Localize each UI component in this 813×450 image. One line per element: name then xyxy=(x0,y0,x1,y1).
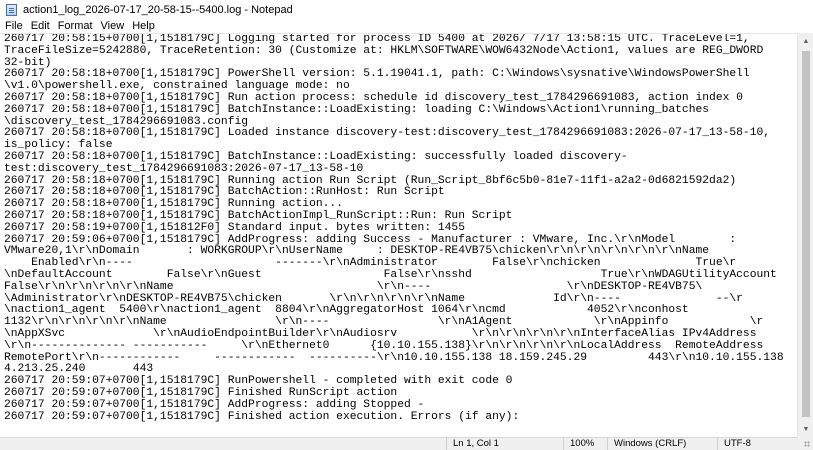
editor-line: 4.213.25.240 443 xyxy=(4,363,154,376)
editor-line: is_policy: false xyxy=(4,139,113,152)
editor-line: \discovery_test_1784296691083.config xyxy=(4,115,249,128)
editor-line: 260717 20:59:07+0700[1,1518179C] AddProg… xyxy=(4,398,425,411)
title-bar[interactable]: action1_log_2026-07-17_20-58-15--5400.lo… xyxy=(0,0,813,19)
editor-line: \v1.0\powershell.exe, constrained langua… xyxy=(4,80,350,93)
notepad-icon xyxy=(6,3,17,16)
editor-line: RemotePort\r\n------------ ------------ … xyxy=(4,351,784,364)
editor-line: False\r\n\r\n\r\n\r\nName \r\n---- \r\nD… xyxy=(4,280,703,293)
editor-line: 1132\r\n\r\n\r\n\r\nName \r\n---- \r\nA1… xyxy=(4,316,764,329)
status-cursor-position: Ln 1, Col 1 xyxy=(446,438,563,450)
editor-line: 260717 20:59:07+0700[1,1518179C] RunPowe… xyxy=(4,375,513,388)
text-editor[interactable]: 260717 20:58:15+0700[1,1518179C] Logging… xyxy=(0,33,797,437)
editor-line: \naction1_agent 5400\r\naction1_agent 88… xyxy=(4,304,689,317)
editor-line: 260717 20:58:18+0700[1,1518179C] Loaded … xyxy=(4,127,771,140)
menu-file[interactable]: File xyxy=(0,19,27,33)
menu-help[interactable]: Help xyxy=(128,19,159,33)
editor-line: 260717 20:58:18+0700[1,1518179C] PowerSh… xyxy=(4,68,750,81)
editor-line: VMware20,1\r\nDomain : WORKGROUP\r\nUser… xyxy=(4,245,710,258)
editor-line: 260717 20:59:07+0700[1,1518179C] Finishe… xyxy=(4,410,520,423)
editor-line: 260717 20:58:18+0700[1,1518179C] BatchAc… xyxy=(4,186,445,199)
menu-format[interactable]: Format xyxy=(54,19,97,33)
editor-line: 260717 20:58:18+0700[1,1518179C] BatchAc… xyxy=(4,209,513,222)
editor-line: 32-bit) xyxy=(4,56,52,69)
editor-line: 260717 20:58:18+0700[1,1518179C] Run act… xyxy=(4,91,743,104)
scroll-up-arrow-icon[interactable]: ▲ xyxy=(798,33,813,49)
scrollbar-thumb[interactable] xyxy=(802,51,810,417)
editor-line: 260717 20:59:07+0700[1,1518179C] Finishe… xyxy=(4,386,398,399)
status-zoom[interactable]: 100% xyxy=(563,438,607,450)
editor-line: 260717 20:58:18+0700[1,1518179C] Running… xyxy=(4,198,343,211)
status-encoding[interactable]: UTF-8 xyxy=(717,438,797,450)
editor-line: \r\n-------------- ----------- \r\nEther… xyxy=(4,339,764,352)
editor-line: 260717 20:59:06+0700[1,1518179C] AddProg… xyxy=(4,233,737,246)
size-grip-icon[interactable] xyxy=(797,437,813,450)
menu-edit[interactable]: Edit xyxy=(27,19,54,33)
status-bar: Ln 1, Col 1 100% Windows (CRLF) UTF-8 xyxy=(0,437,797,450)
editor-line: 260717 20:58:18+0700[1,1518179C] BatchIn… xyxy=(4,150,628,163)
editor-line: \nDefaultAccount False\r\nGuest False\r\… xyxy=(4,268,777,281)
editor-line: 260717 20:58:18+0700[1,1518179C] Running… xyxy=(4,174,737,187)
scroll-down-arrow-icon[interactable]: ▼ xyxy=(798,421,813,437)
editor-content[interactable]: 260717 20:58:15+0700[1,1518179C] Logging… xyxy=(0,34,797,423)
editor-line: \Administrator\r\nDESKTOP-RE4VB75\chicke… xyxy=(4,292,743,305)
editor-line: 260717 20:58:15+0700[1,1518179C] Logging… xyxy=(4,33,750,45)
editor-line: test:discovery_test_1784296691083:2026-0… xyxy=(4,162,364,175)
editor-line: 260717 20:58:18+0700[1,1518179C] BatchIn… xyxy=(4,103,710,116)
editor-line: TraceFileSize=5242880, TraceRetention: 3… xyxy=(4,44,764,57)
status-line-ending[interactable]: Windows (CRLF) xyxy=(607,438,717,450)
editor-line: 260717 20:58:19+0700[1,151812F0] Standar… xyxy=(4,221,465,234)
editor-line: Enabled\r\n---- -------\r\nAdministrator… xyxy=(4,257,737,270)
menu-bar: File Edit Format View Help xyxy=(0,19,813,33)
editor-line: \nAppXSvc \r\nAudioEndpointBuilder\r\nAu… xyxy=(4,327,757,340)
window-title: action1_log_2026-07-17_20-58-15--5400.lo… xyxy=(23,3,293,16)
vertical-scrollbar[interactable]: ▲ ▼ xyxy=(797,33,813,437)
menu-view[interactable]: View xyxy=(97,19,129,33)
